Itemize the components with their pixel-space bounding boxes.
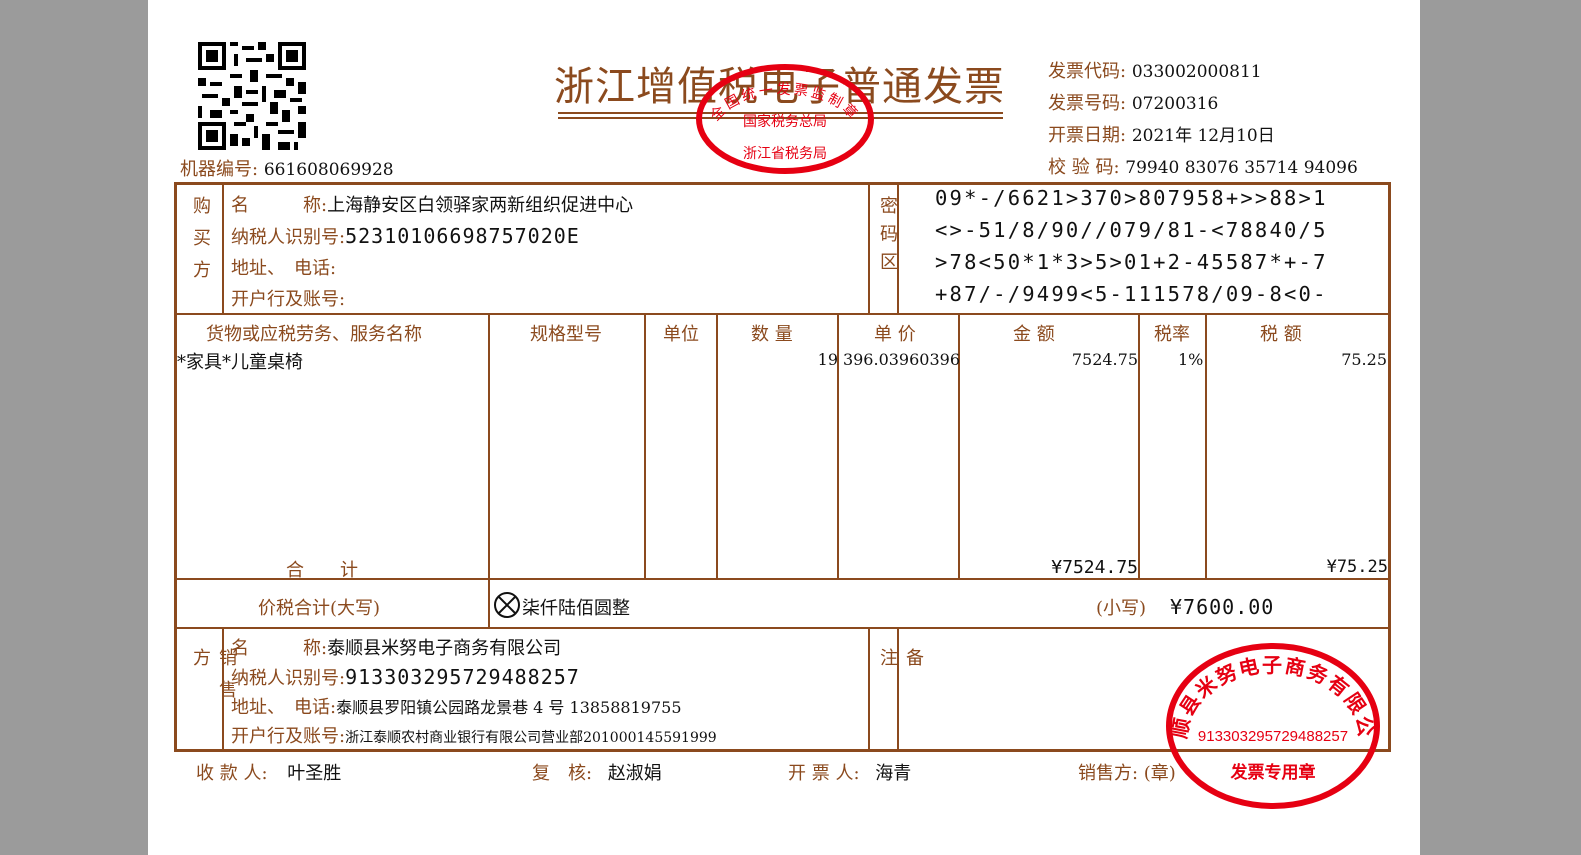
issue-date-label: 开票日期: — [1048, 125, 1127, 146]
tax-bureau-seal: 全国统一发票监制章 国家税务总局 浙江省税务局 — [696, 64, 874, 174]
invoice-number: 07200316 — [1131, 94, 1219, 114]
buyer-name: 上海静安区白领驿家两新组织促进中心 — [327, 195, 634, 216]
invoice-paper: 机器编号: 661608069928 浙江增值税电子普通发票 全国统一发票监制章… — [148, 0, 1420, 855]
total-amount: ¥7524.75 — [1051, 557, 1138, 578]
grand-total-uppercase: 柒仟陆佰圆整 — [522, 598, 630, 619]
seller-name: 泰顺县米努电子商务有限公司 — [327, 638, 562, 659]
buyer-info: 名 称:上海静安区白领驿家两新组织促进中心 纳税人识别号:52310106698… — [231, 190, 633, 315]
seller-address-label: 地址、 电话: — [231, 697, 337, 718]
seller-tax-id: 913303295729488257 — [345, 665, 580, 689]
seller-name-label: 名 称: — [231, 638, 328, 659]
check-code: 79940 83076 35714 94096 — [1125, 158, 1358, 178]
buyer-address-label: 地址、 电话: — [231, 258, 337, 279]
seller-bank: 浙江泰顺农村商业银行有限公司营业部201000145591999 — [345, 730, 717, 746]
tax-seal-mid-text: 国家税务总局 — [743, 113, 827, 130]
header-rate: 税率 — [1154, 324, 1190, 345]
header-unit: 单位 — [663, 324, 699, 345]
header-spec: 规格型号 — [530, 324, 602, 345]
grand-total-small-label: (小写) — [1096, 598, 1147, 619]
cipher-line: >78<50*1*3>5>01+2-45587*+-7 — [935, 250, 1328, 274]
invoice-code: 033002000811 — [1131, 62, 1262, 82]
grand-total-label: 价税合计(大写) — [258, 598, 381, 619]
buyer-section-label: 购买方 — [190, 196, 211, 292]
header-price: 单 价 — [874, 324, 916, 345]
footer-payee: 收 款 人: 叶圣胜 — [196, 759, 341, 785]
item-qty: 19 — [817, 350, 838, 369]
payee-label: 收 款 人: — [196, 763, 268, 784]
item-price: 396.03960396 — [842, 350, 960, 369]
header-tax: 税 额 — [1260, 324, 1302, 345]
item-rate: 1% — [1178, 350, 1204, 369]
item-name: *家具*儿童桌椅 — [177, 352, 303, 373]
cipher-section-label: 密码区 — [877, 196, 898, 280]
machine-number-label: 机器编号: — [180, 159, 259, 180]
svg-text:泰顺县米努电子商务有限公司: 泰顺县米努电子商务有限公司 — [1162, 640, 1379, 740]
seller-address: 泰顺县罗阳镇公园路龙景巷 4 号 13858819755 — [336, 698, 682, 717]
item-tax: 75.25 — [1341, 350, 1387, 369]
reviewer-name: 赵淑娟 — [607, 763, 662, 784]
cross-circle-icon — [494, 592, 520, 618]
invoice-number-label: 发票号码: — [1048, 93, 1127, 114]
issue-date: 2021年 12月10日 — [1131, 126, 1275, 146]
seller-tax-id-label: 纳税人识别号: — [231, 668, 346, 689]
buyer-tax-id: 52310106698757020E — [345, 224, 580, 248]
remarks-label: 备注 — [877, 648, 924, 704]
tax-seal-bottom-text: 浙江省税务局 — [743, 146, 827, 162]
buyer-tax-id-label: 纳税人识别号: — [231, 227, 346, 248]
machine-number: 机器编号: 661608069928 — [180, 155, 394, 181]
grand-total-small: ¥7600.00 — [1170, 595, 1275, 619]
seller-bank-label: 开户行及账号: — [231, 726, 346, 747]
qr-code-icon — [198, 42, 306, 150]
payee-name: 叶圣胜 — [287, 763, 342, 784]
buyer-name-label: 名 称: — [231, 195, 328, 216]
cipher-line: +87/-/9499<5-111578/09-8<0- — [935, 282, 1328, 306]
item-amount: 7524.75 — [1071, 350, 1138, 369]
cipher-line: 09*-/6621>370>807958+>>88>1 — [935, 186, 1328, 210]
header-item-name: 货物或应税劳务、服务名称 — [206, 324, 422, 345]
cipher-text: 09*-/6621>370>807958+>>88>1 <>-51/8/90//… — [935, 182, 1328, 310]
buyer-bank-label: 开户行及账号: — [231, 289, 346, 310]
header-qty: 数 量 — [751, 324, 793, 345]
seller-seal-name: 泰顺县米努电子商务有限公司 — [1162, 640, 1377, 740]
total-label: 合 计 — [286, 560, 358, 581]
issuer-name: 海青 — [875, 763, 912, 784]
check-code-label: 校 验 码: — [1048, 157, 1120, 178]
machine-number-value: 661608069928 — [263, 160, 394, 180]
invoice-meta: 发票代码: 033002000811 发票号码: 07200316 开票日期: … — [1048, 56, 1358, 184]
seller-seal-tax-id: 913303295729488257 — [1198, 728, 1348, 745]
reviewer-label: 复 核: — [532, 763, 593, 784]
header-amount: 金 额 — [1013, 324, 1055, 345]
seller-seal: 泰顺县米努电子商务有限公司 913303295729488257 发票专用章 — [1162, 640, 1380, 809]
invoice-code-label: 发票代码: — [1048, 61, 1127, 82]
seller-info: 名 称:泰顺县米努电子商务有限公司 纳税人识别号:913303295729488… — [231, 634, 717, 753]
total-tax: ¥75.25 — [1326, 557, 1388, 577]
cipher-line: <>-51/8/90//079/81-<78840/5 — [935, 218, 1328, 242]
seller-seal-bottom: 发票专用章 — [1230, 762, 1316, 783]
footer-issuer: 开 票 人: 海青 — [788, 759, 911, 785]
issuer-label: 开 票 人: — [788, 763, 860, 784]
footer-reviewer: 复 核: 赵淑娟 — [532, 759, 662, 785]
